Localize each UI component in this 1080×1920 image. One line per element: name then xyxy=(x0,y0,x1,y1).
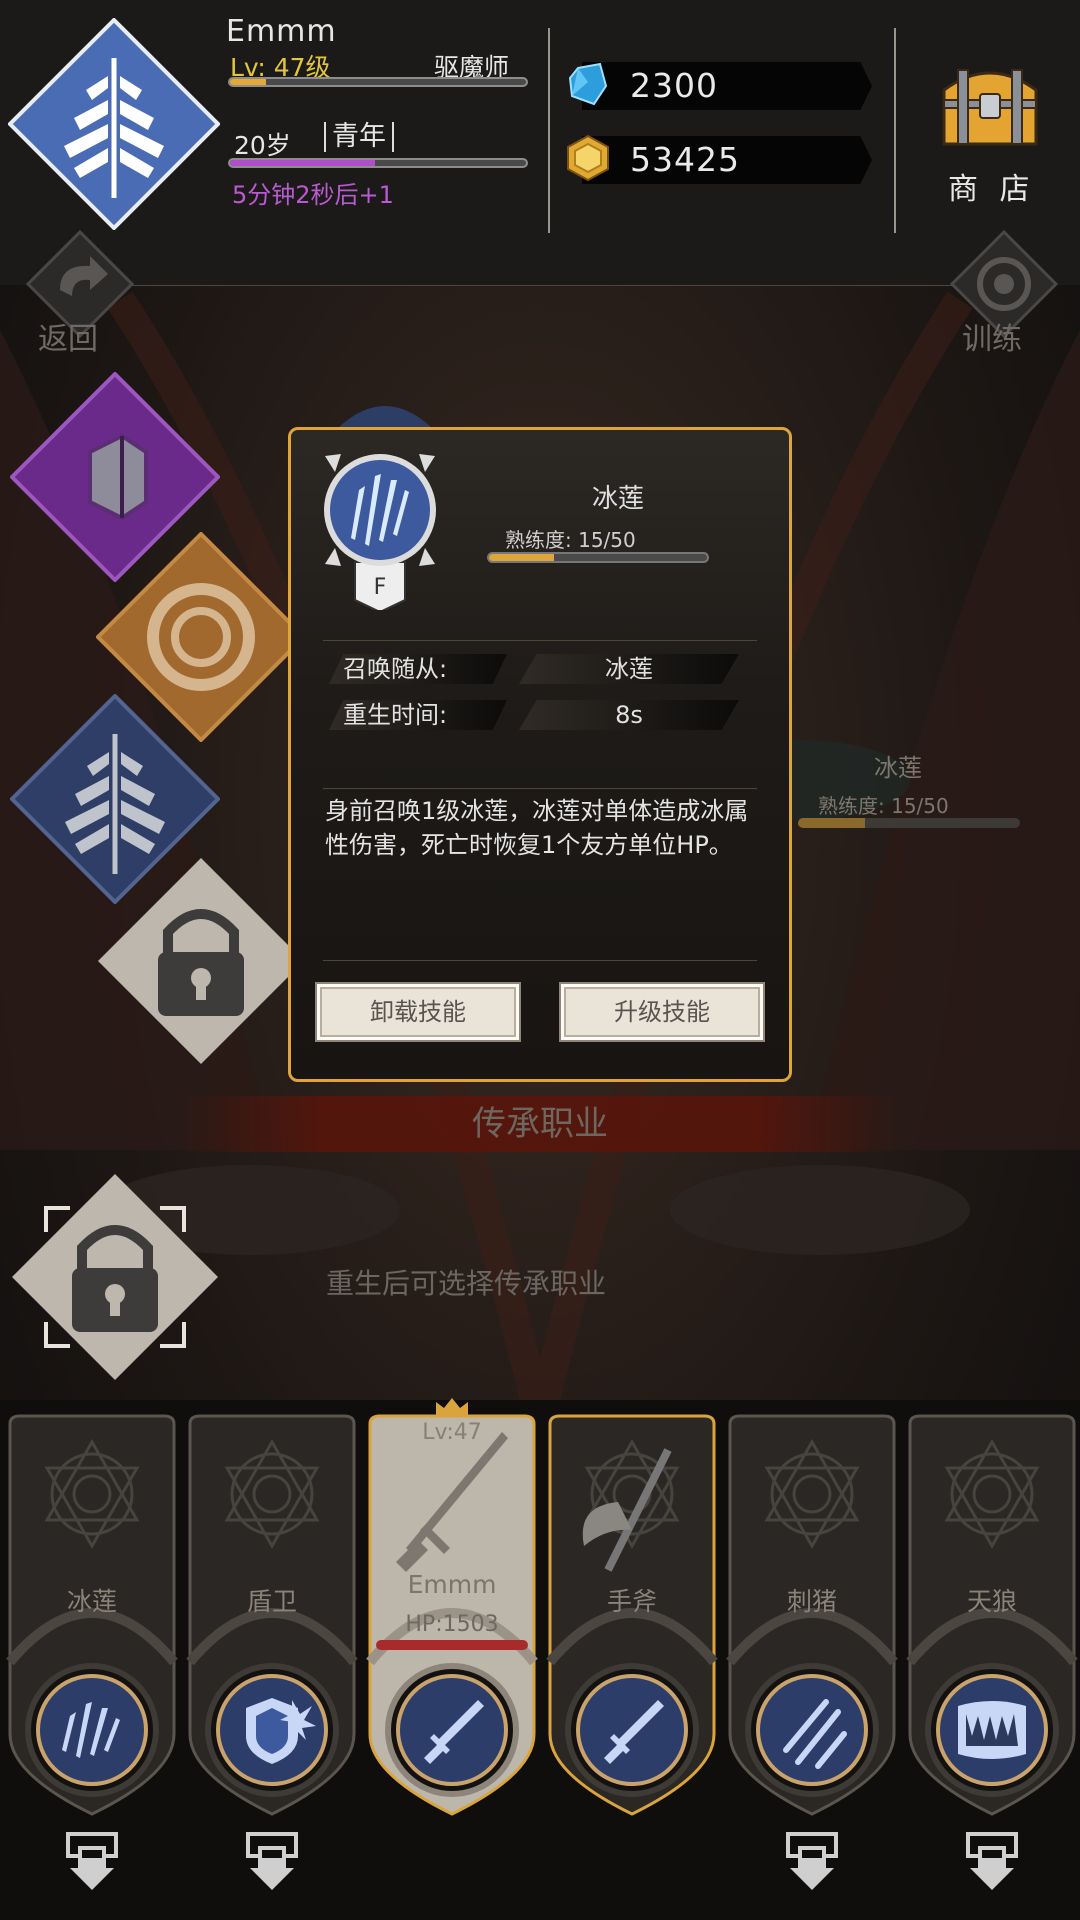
player-age: 20岁 xyxy=(234,131,291,160)
age-progress-bar xyxy=(228,158,528,168)
summon-label: 召唤随从: xyxy=(329,654,507,684)
popup-divider xyxy=(323,788,757,789)
background-proficiency-bar xyxy=(798,818,1020,828)
proficiency-fill xyxy=(489,554,555,561)
card-hp-bar xyxy=(376,1640,528,1650)
age-timer: 5分钟2秒后+1 xyxy=(232,181,394,209)
team-card[interactable]: 手斧 xyxy=(544,1414,720,1818)
down-arrow-icon[interactable] xyxy=(60,1828,124,1892)
gem-icon xyxy=(568,62,608,106)
header-divider xyxy=(894,28,896,233)
card-name: 手斧 xyxy=(606,1587,657,1616)
skill-detail-popup: F 冰莲 熟练度: 15/50 召唤随从: 冰莲 重生时间: 8s 身前召唤1级… xyxy=(288,427,792,1082)
background-skill-name: 冰莲 xyxy=(874,754,922,782)
down-arrow-icon[interactable] xyxy=(960,1828,1024,1892)
background-skill-proficiency: 熟练度: 15/50 xyxy=(818,794,949,818)
inherit-lock-icon[interactable] xyxy=(10,1172,220,1382)
upgrade-skill-button[interactable]: 升级技能 xyxy=(559,982,765,1042)
down-arrow-icon[interactable] xyxy=(240,1828,304,1892)
card-name: 盾卫 xyxy=(246,1587,297,1616)
popup-divider xyxy=(323,960,757,961)
respawn-label: 重生时间: xyxy=(329,700,507,730)
popup-divider xyxy=(323,640,757,641)
fangs-icon xyxy=(958,1701,1026,1759)
level-progress-fill xyxy=(230,79,266,85)
down-arrow-icon[interactable] xyxy=(780,1828,844,1892)
player-name: Emmm xyxy=(226,14,337,49)
locked-slot-lock-icon[interactable] xyxy=(96,856,306,1066)
respawn-value: 8s xyxy=(519,700,739,730)
treasure-chest-icon[interactable] xyxy=(938,60,1042,148)
level-progress-bar xyxy=(228,77,528,87)
header-divider xyxy=(548,28,550,233)
header-bottom-line xyxy=(90,285,990,286)
back-label[interactable]: 返回 xyxy=(38,314,98,358)
skill-name: 冰莲 xyxy=(591,484,644,514)
gem-count: 2300 xyxy=(630,66,718,105)
life-stage: 青年 xyxy=(324,122,394,152)
skill-description: 身前召唤1级冰莲，冰莲对单体造成冰属性伤害，死亡时恢复1个友方单位HP。 xyxy=(325,797,749,859)
inherit-hint: 重生后可选择传承职业 xyxy=(326,1267,607,1300)
class-emblem-icon[interactable] xyxy=(8,18,220,230)
gem-box xyxy=(582,62,872,110)
unload-skill-button[interactable]: 卸载技能 xyxy=(315,982,521,1042)
card-hp: HP:1503 xyxy=(405,1612,499,1637)
skill-grade: F xyxy=(373,575,387,600)
team-card[interactable]: 刺猪 xyxy=(724,1414,900,1818)
team-card[interactable]: 天狼 xyxy=(904,1414,1080,1818)
age-progress-fill xyxy=(230,160,376,166)
team-card[interactable]: 冰莲 xyxy=(4,1414,180,1818)
summon-value: 冰莲 xyxy=(519,654,739,684)
proficiency-bar xyxy=(487,552,709,563)
crown-icon xyxy=(436,1398,468,1416)
shop-label[interactable]: 商 店 xyxy=(948,164,1036,208)
card-level: Lv:47 xyxy=(422,1420,482,1445)
gold-count: 53425 xyxy=(630,140,740,179)
card-name: Emmm xyxy=(407,1570,497,1599)
card-name: 冰莲 xyxy=(66,1587,117,1616)
card-name: 天狼 xyxy=(966,1587,1017,1616)
gold-coin-icon xyxy=(567,134,609,182)
inherit-title: 传承职业 xyxy=(180,1096,900,1152)
train-label[interactable]: 训练 xyxy=(962,314,1022,358)
team-card[interactable]: 盾卫 xyxy=(184,1414,360,1818)
skill-proficiency: 熟练度: 15/50 xyxy=(505,528,636,552)
card-name: 刺猪 xyxy=(786,1587,837,1616)
background-proficiency-fill xyxy=(798,818,865,828)
team-card-selected[interactable]: Lv:47 Emmm HP:1503 xyxy=(364,1398,540,1818)
